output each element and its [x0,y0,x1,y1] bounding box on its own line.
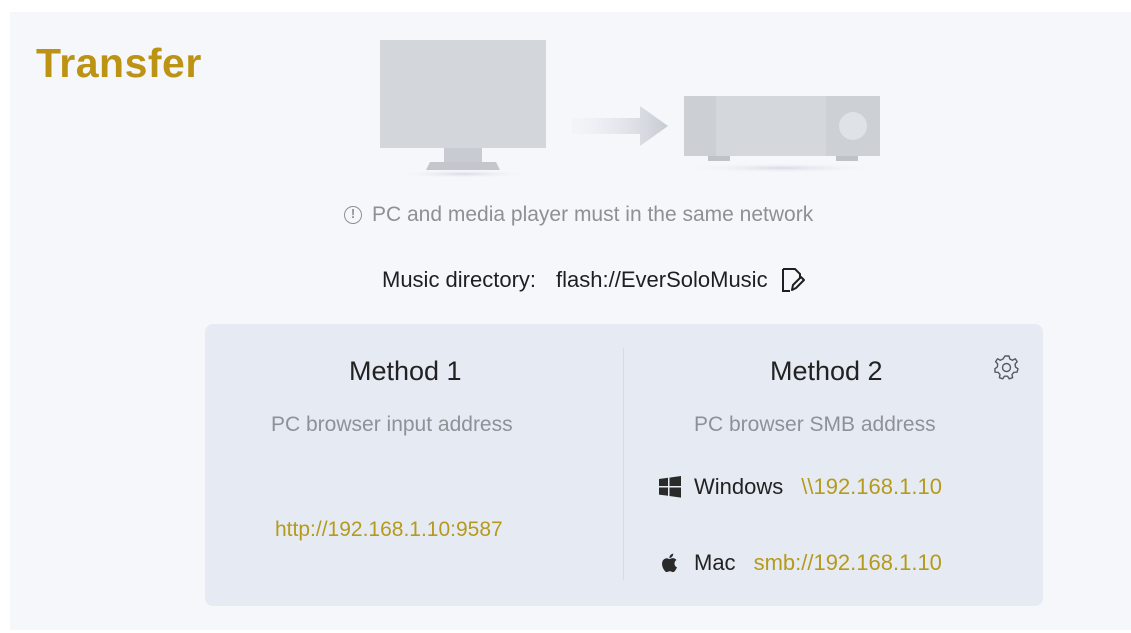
page-title: Transfer [36,40,202,86]
windows-icon [659,476,681,498]
mac-address-link[interactable]: smb://192.168.1.10 [754,550,942,576]
mac-row: Mac smb://192.168.1.10 [658,548,942,578]
methods-divider [623,348,624,580]
monitor-icon [380,40,546,178]
apple-icon [662,553,677,573]
music-directory-value: flash://EverSoloMusic [556,267,768,292]
method1-title: Method 1 [349,356,462,386]
music-directory: Music directory: flash://EverSoloMusic [382,265,806,295]
transfer-methods-panel: Method 1 PC browser input address http:/… [205,324,1043,606]
network-notice: PC and media player must in the same net… [344,202,813,228]
transfer-screen: Transfer ! PC and media player must in t… [10,12,1131,630]
method2-subtitle: PC browser SMB address [694,413,936,436]
network-notice-text: PC and media player must in the same net… [372,203,814,226]
info-icon [344,206,362,224]
windows-row: Windows \\192.168.1.10 [658,472,942,502]
gear-icon[interactable] [994,354,1020,380]
music-directory-label: Music directory: [382,267,537,292]
method1-subtitle: PC browser input address [271,413,513,436]
method2-title: Method 2 [770,356,883,386]
media-player-icon [682,96,882,173]
edit-icon[interactable] [778,266,806,294]
windows-address-link[interactable]: \\192.168.1.10 [801,474,942,500]
method1-address-link[interactable]: http://192.168.1.10:9587 [275,518,503,542]
pc-to-player-illustration [380,40,882,178]
mac-label: Mac [694,550,736,575]
transfer-arrow-icon [572,106,668,146]
windows-label: Windows [694,474,784,499]
